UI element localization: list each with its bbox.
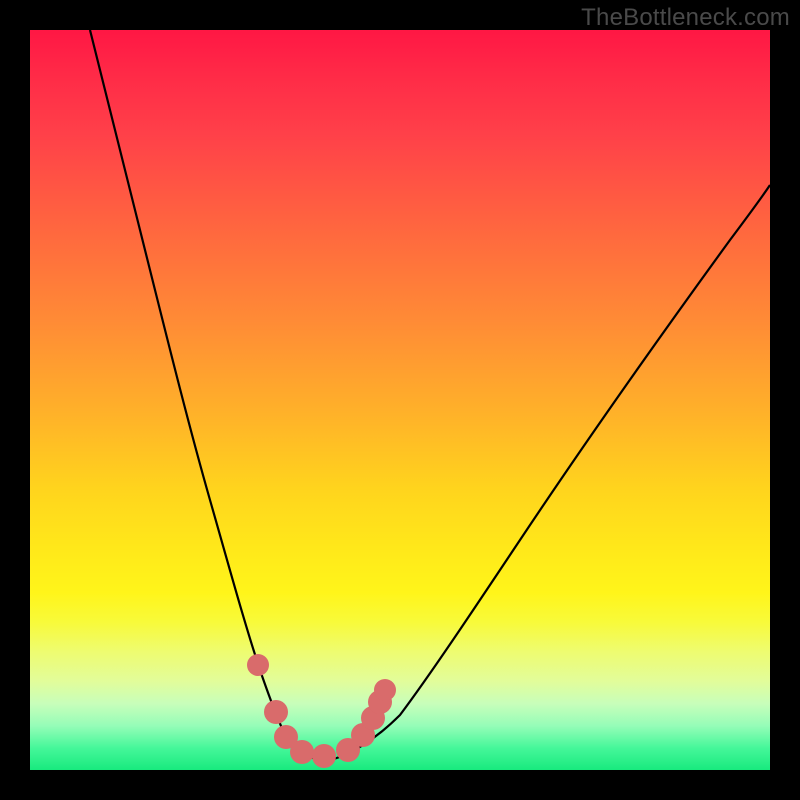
valley-marker (247, 654, 396, 768)
chart-frame: TheBottleneck.com (0, 0, 800, 800)
watermark-text: TheBottleneck.com (581, 4, 790, 32)
chart-svg (30, 30, 770, 770)
bottleneck-curve (90, 30, 770, 760)
plot-area (30, 30, 770, 770)
